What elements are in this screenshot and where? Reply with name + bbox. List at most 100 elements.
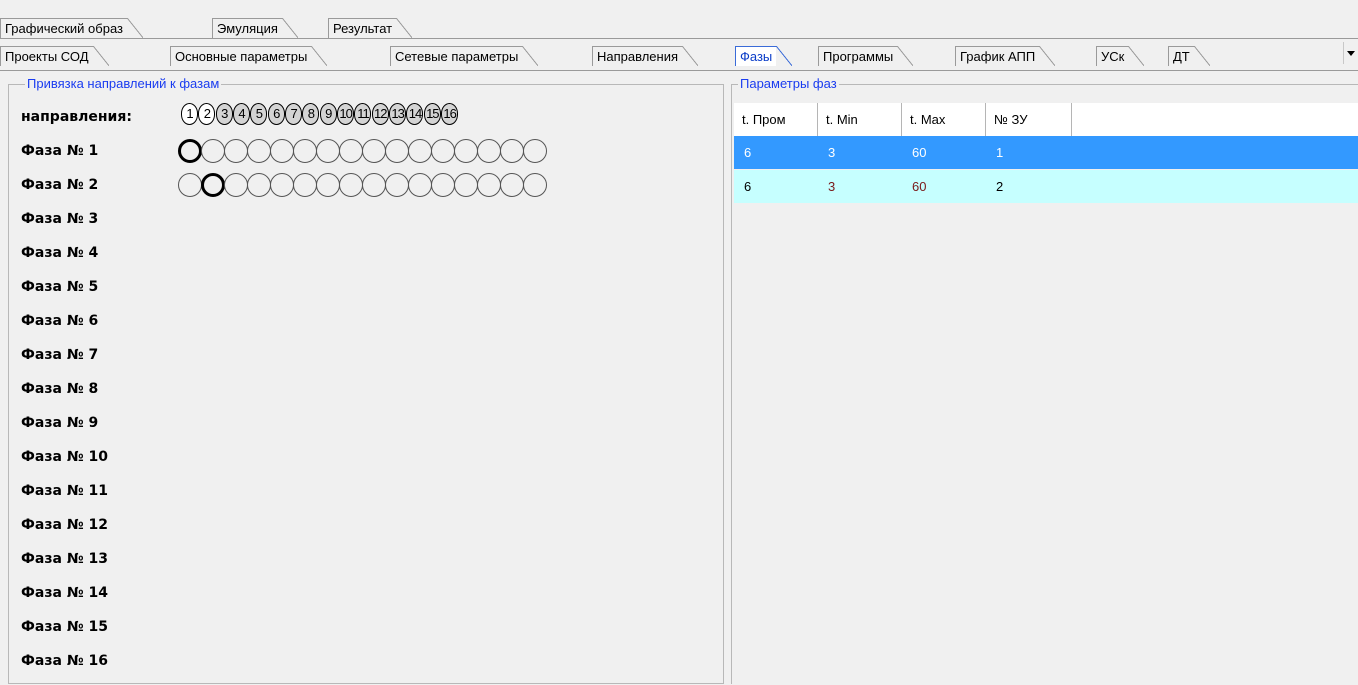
direction-number-9: 9 — [319, 103, 337, 125]
tab-dt[interactable]: ДТ — [1168, 46, 1210, 66]
phase-label-3: Фаза № 3 — [21, 211, 99, 227]
direction-radio-2-10[interactable] — [385, 173, 409, 197]
phase-label-16: Фаза № 16 — [21, 653, 108, 669]
tab-result[interactable]: Результат — [328, 18, 413, 38]
phase-direction-selector-1 — [178, 139, 547, 163]
phase-label-7: Фаза № 7 — [21, 347, 99, 363]
phase-params-caption: Параметры фаз — [738, 76, 839, 92]
tab-projects-sod[interactable]: Проекты СОД — [0, 46, 108, 66]
phase-label-9: Фаза № 9 — [21, 415, 99, 431]
tab-usk[interactable]: УСк — [1096, 46, 1145, 66]
grid-cell: 6 — [744, 145, 752, 160]
phase-label-6: Фаза № 6 — [21, 313, 99, 329]
direction-radio-1-15[interactable] — [500, 139, 524, 163]
direction-radio-2-8[interactable] — [339, 173, 363, 197]
tab-row-main: Проекты СОД Основные параметры Сетевые п… — [0, 38, 1358, 70]
direction-number-7: 7 — [285, 103, 303, 125]
tab-scroll-dropdown-icon[interactable] — [1343, 42, 1358, 64]
phase-label-10: Фаза № 10 — [21, 449, 108, 465]
grid-column-header[interactable]: t. Min — [818, 103, 902, 136]
phase-label-2: Фаза № 2 — [21, 177, 99, 193]
direction-radio-2-9[interactable] — [362, 173, 386, 197]
direction-number-10: 10 — [337, 103, 355, 125]
direction-radio-2-11[interactable] — [408, 173, 432, 197]
direction-number-3: 3 — [215, 103, 233, 125]
direction-radio-2-16[interactable] — [523, 173, 547, 197]
table-row[interactable]: 6 3 60 1 — [734, 136, 1358, 169]
direction-number-13: 13 — [389, 103, 407, 125]
direction-radio-2-15[interactable] — [500, 173, 524, 197]
tab-emulation[interactable]: Эмуляция — [212, 18, 298, 38]
direction-number-5: 5 — [250, 103, 268, 125]
tab-programs[interactable]: Программы — [818, 46, 914, 66]
phase-label-12: Фаза № 12 — [21, 517, 108, 533]
direction-radio-2-2[interactable] — [201, 173, 225, 197]
tab-phases[interactable]: Фазы — [735, 46, 793, 66]
direction-number-12: 12 — [371, 103, 389, 125]
phase-label-13: Фаза № 13 — [21, 551, 108, 567]
direction-radio-2-3[interactable] — [224, 173, 248, 197]
direction-number-15: 15 — [423, 103, 441, 125]
direction-radio-2-14[interactable] — [477, 173, 501, 197]
direction-radio-2-13[interactable] — [454, 173, 478, 197]
grid-cell: 1 — [996, 145, 1004, 160]
grid-header: t. Пром t. Min t. Max № ЗУ — [734, 103, 1358, 136]
direction-radio-2-4[interactable] — [247, 173, 271, 197]
table-row[interactable]: 6 3 60 2 — [734, 170, 1358, 203]
phase-label-5: Фаза № 5 — [21, 279, 99, 295]
grid-cell: 3 — [828, 179, 836, 194]
direction-binding-caption: Привязка направлений к фазам — [25, 76, 222, 92]
direction-number-1: 1 — [181, 103, 198, 125]
tab-app-schedule[interactable]: График АПП — [955, 46, 1056, 66]
grid-cell: 6 — [744, 179, 752, 194]
direction-radio-1-5[interactable] — [270, 139, 294, 163]
direction-radio-1-3[interactable] — [224, 139, 248, 163]
phase-params-group: Параметры фаз t. Пром t. Min t. Max № ЗУ 6 3… — [731, 76, 1358, 684]
phase-label-4: Фаза № 4 — [21, 245, 99, 261]
phase-direction-selector-2 — [178, 173, 547, 197]
grid-cell: 3 — [828, 145, 836, 160]
direction-radio-1-8[interactable] — [339, 139, 363, 163]
grid-column-header[interactable]: № ЗУ — [986, 103, 1072, 136]
grid-cell: 60 — [912, 145, 927, 160]
direction-radio-1-7[interactable] — [316, 139, 340, 163]
direction-radio-2-6[interactable] — [293, 173, 317, 197]
direction-number-16: 16 — [441, 103, 459, 125]
direction-radio-1-2[interactable] — [201, 139, 225, 163]
directions-label: направления: — [21, 109, 132, 125]
direction-radio-2-5[interactable] — [270, 173, 294, 197]
direction-radio-1-11[interactable] — [408, 139, 432, 163]
direction-radio-1-13[interactable] — [454, 139, 478, 163]
direction-radio-1-16[interactable] — [523, 139, 547, 163]
direction-radio-1-1[interactable] — [178, 139, 202, 163]
direction-number-6: 6 — [267, 103, 285, 125]
phase-label-11: Фаза № 11 — [21, 483, 108, 499]
grid-cell: 60 — [912, 179, 927, 194]
direction-number-strip: 1 2 3 4 5 6 7 8 9 10 11 12 13 14 15 16 — [181, 103, 459, 125]
tab-graphic-image[interactable]: Графический образ — [0, 18, 144, 38]
direction-radio-1-12[interactable] — [431, 139, 455, 163]
grid-column-header[interactable]: t. Пром — [734, 103, 818, 136]
direction-radio-1-14[interactable] — [477, 139, 501, 163]
direction-radio-1-4[interactable] — [247, 139, 271, 163]
direction-number-11: 11 — [354, 103, 372, 125]
direction-number-4: 4 — [233, 103, 251, 125]
phase-label-1: Фаза № 1 — [21, 143, 99, 159]
direction-radio-2-1[interactable] — [178, 173, 202, 197]
tab-network-params[interactable]: Сетевые параметры — [390, 46, 539, 66]
grid-column-header[interactable]: t. Max — [902, 103, 986, 136]
phase-label-15: Фаза № 15 — [21, 619, 108, 635]
direction-number-8: 8 — [302, 103, 320, 125]
tab-row-top: Графический образ Эмуляция Результат — [0, 18, 1358, 38]
tab-main-params[interactable]: Основные параметры — [170, 46, 328, 66]
direction-radio-1-9[interactable] — [362, 139, 386, 163]
direction-radio-1-6[interactable] — [293, 139, 317, 163]
direction-radio-2-7[interactable] — [316, 173, 340, 197]
tab-directions[interactable]: Направления — [592, 46, 699, 66]
direction-radio-2-12[interactable] — [431, 173, 455, 197]
phase-label-14: Фаза № 14 — [21, 585, 108, 601]
grid-header-filler — [1072, 103, 1358, 136]
phase-label-8: Фаза № 8 — [21, 381, 99, 397]
direction-radio-1-10[interactable] — [385, 139, 409, 163]
grid-cell: 2 — [996, 179, 1004, 194]
